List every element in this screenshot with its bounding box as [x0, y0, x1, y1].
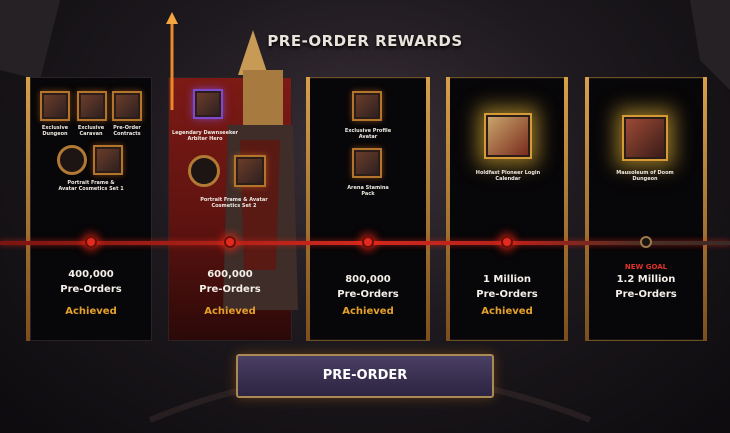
- status-badge: Achieved: [65, 306, 117, 317]
- tier-count: 1 Million Pre-Orders: [447, 272, 567, 302]
- portrait-frame-icon: [57, 145, 87, 175]
- milestone-node: [224, 236, 236, 248]
- arbiter-hero-icon: [193, 89, 223, 119]
- reward-label: Exclusive Profile Avatar: [344, 128, 392, 140]
- status-badge: Achieved: [342, 306, 394, 317]
- tier-count: 600,000 Pre-Orders: [170, 267, 290, 297]
- count-unit: Pre-Orders: [60, 284, 122, 295]
- milestone-node: [501, 236, 513, 248]
- reward-label: Portrait Frame & Avatar Cosmetics Set 1: [58, 180, 124, 192]
- count-unit: Pre-Orders: [615, 289, 677, 300]
- count-unit: Pre-Orders: [337, 289, 399, 300]
- milestone-node-next: [640, 236, 652, 248]
- reward-label: Mausoleum of Doom Dungeon: [616, 170, 674, 182]
- count-unit: Pre-Orders: [199, 284, 261, 295]
- reward-label: Arena Stamina Pack: [347, 185, 389, 197]
- avatar-icon: [93, 145, 123, 175]
- portrait-frame-icon: [188, 155, 220, 187]
- count-value: 600,000: [207, 269, 253, 280]
- profile-avatar-icon: [352, 91, 382, 121]
- count-value: 800,000: [345, 274, 391, 285]
- status-badge: Achieved: [481, 306, 533, 317]
- reward-label: Legendary Dawnseeker Arbiter Hero: [171, 130, 239, 142]
- status-badge: Achieved: [204, 306, 256, 317]
- tier-count: 1.2 Million Pre-Orders: [586, 272, 706, 302]
- avatar-icon: [234, 155, 266, 187]
- milestone-node: [85, 236, 97, 248]
- tier-count: 400,000 Pre-Orders: [31, 267, 151, 297]
- pre-order-contracts-icon: [112, 91, 142, 121]
- count-value: 1.2 Million: [616, 274, 676, 285]
- page-title: PRE-ORDER REWARDS: [267, 32, 463, 50]
- tier-count: 800,000 Pre-Orders: [308, 272, 428, 302]
- panel-stripe: [26, 77, 30, 341]
- count-value: 400,000: [68, 269, 114, 280]
- reward-label: Holdfast Pioneer Login Calendar: [475, 170, 541, 182]
- exclusive-caravan-icon: [77, 91, 107, 121]
- count-unit: Pre-Orders: [476, 289, 538, 300]
- pre-order-button[interactable]: PRE-ORDER: [236, 354, 494, 398]
- exclusive-dungeon-icon: [40, 91, 70, 121]
- mausoleum-dungeon-icon: [622, 115, 668, 161]
- count-value: 1 Million: [482, 274, 532, 285]
- milestone-node: [362, 236, 374, 248]
- reward-label: Portrait Frame & Avatar Cosmetics Set 2: [200, 197, 268, 209]
- reward-label: Pre-Order Contracts: [113, 125, 141, 137]
- stamina-pack-icon: [352, 148, 382, 178]
- new-goal-badge: NEW GOAL: [624, 263, 668, 271]
- login-calendar-icon: [484, 113, 532, 159]
